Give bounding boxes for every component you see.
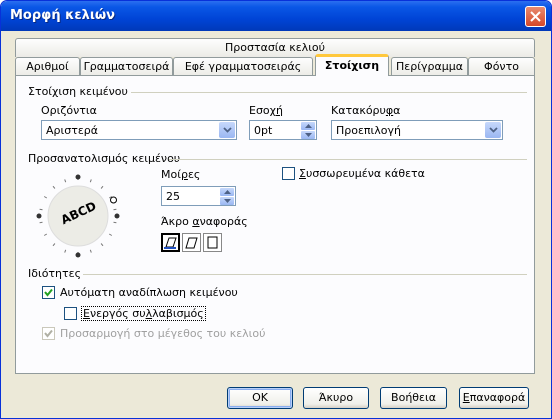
- edge-bottom-icon: [164, 237, 177, 249]
- shrink-to-fit-label: Προσαρμογή στο μέγεθος του κελιού: [60, 327, 266, 340]
- properties-heading: Ιδιότητες: [28, 267, 82, 280]
- shrink-to-fit-checkbox[interactable]: [42, 327, 55, 340]
- edge-inside-icon: [207, 236, 218, 249]
- indent-value: 0pt: [254, 124, 273, 137]
- reference-edge-top-button[interactable]: [182, 233, 201, 252]
- chevron-down-icon: [305, 133, 312, 137]
- tab-numbers[interactable]: Αριθμοί: [15, 57, 80, 76]
- tab-label: Γραμματοσειρά: [83, 60, 170, 73]
- dropdown-button[interactable]: [485, 122, 501, 138]
- chevron-down-icon: [224, 199, 231, 203]
- tab-font[interactable]: Γραμματοσειρά: [80, 57, 173, 76]
- horizontal-value: Αριστερά: [46, 124, 99, 137]
- tab-label: Αριθμοί: [26, 60, 69, 73]
- stacked-vertically-label: Συσσωρευμένα κάθετα: [299, 167, 425, 180]
- reference-edge-label: Άκρο αναφοράς: [161, 215, 248, 228]
- checkmark-icon: [44, 288, 53, 297]
- tab-label: Φόντο: [484, 60, 519, 73]
- orientation-heading: Προσανατολισμός κειμένου: [28, 152, 181, 165]
- degrees-value: 25: [166, 190, 180, 203]
- vertical-value: Προεπιλογή: [336, 124, 401, 137]
- tab-font-effects[interactable]: Εφέ γραμματοσειράς: [173, 57, 313, 76]
- chevron-up-icon: [224, 190, 231, 194]
- chevron-down-icon: [223, 127, 232, 133]
- tab-label: Περίγραμμα: [396, 60, 463, 73]
- ok-button[interactable]: OK: [227, 387, 293, 409]
- chevron-up-icon: [305, 124, 312, 128]
- tab-borders[interactable]: Περίγραμμα: [391, 57, 468, 76]
- spin-down-button[interactable]: [301, 131, 315, 139]
- chevron-down-icon: [489, 127, 498, 133]
- format-cells-dialog: Μορφή κελιών Προστασία κελιού Αριθμοί Γρ…: [0, 0, 552, 419]
- close-button[interactable]: [525, 6, 546, 27]
- separator: [131, 92, 527, 93]
- tab-background[interactable]: Φόντο: [468, 57, 535, 76]
- reference-edge-bottom-button[interactable]: [161, 233, 180, 252]
- dropdown-button[interactable]: [219, 122, 235, 138]
- spin-up-button[interactable]: [301, 122, 315, 130]
- indent-spinner[interactable]: 0pt: [249, 120, 317, 140]
- tab-label: Εφέ γραμματοσειράς: [184, 60, 302, 73]
- indent-label: Εσοχή: [249, 104, 283, 117]
- hyphenation-label: Ενεργός συλλαβισμός: [81, 306, 206, 321]
- cancel-button[interactable]: Άκυρο: [303, 387, 369, 409]
- auto-wrap-checkbox[interactable]: [42, 286, 55, 299]
- spin-down-button[interactable]: [220, 197, 234, 205]
- vertical-select[interactable]: Προεπιλογή: [331, 120, 503, 140]
- tab-label: Στοίχιση: [324, 59, 380, 72]
- degrees-label: Μοίρες: [161, 168, 201, 181]
- separator: [169, 159, 527, 160]
- reference-edge-inside-button[interactable]: [203, 233, 222, 252]
- stacked-vertically-checkbox[interactable]: [282, 167, 295, 180]
- help-button[interactable]: Βοήθεια: [380, 387, 447, 409]
- degrees-spinner[interactable]: 25: [161, 186, 236, 206]
- horizontal-label: Οριζόντια: [41, 104, 97, 117]
- separator: [83, 274, 527, 275]
- hyphenation-checkbox[interactable]: [64, 307, 77, 320]
- title-bar[interactable]: Μορφή κελιών: [1, 1, 551, 31]
- tab-label: Προστασία κελιού: [224, 41, 326, 54]
- horizontal-select[interactable]: Αριστερά: [41, 120, 237, 140]
- tab-alignment[interactable]: Στοίχιση: [315, 54, 389, 76]
- dialog-title: Μορφή κελιών: [10, 8, 116, 23]
- reset-button[interactable]: Επαναφορά: [459, 387, 529, 409]
- vertical-label: Κατακόρυφα: [331, 104, 401, 117]
- auto-wrap-label: Αυτόματη αναδίπλωση κειμένου: [60, 286, 238, 299]
- orientation-dial[interactable]: ABCD: [33, 171, 123, 261]
- text-alignment-heading: Στοίχιση κειμένου: [28, 85, 128, 98]
- edge-top-icon: [185, 237, 198, 249]
- close-icon: [530, 11, 541, 22]
- spin-up-button[interactable]: [220, 188, 234, 196]
- checkmark-icon: [44, 329, 53, 338]
- tab-cell-protection[interactable]: Προστασία κελιού: [15, 38, 535, 57]
